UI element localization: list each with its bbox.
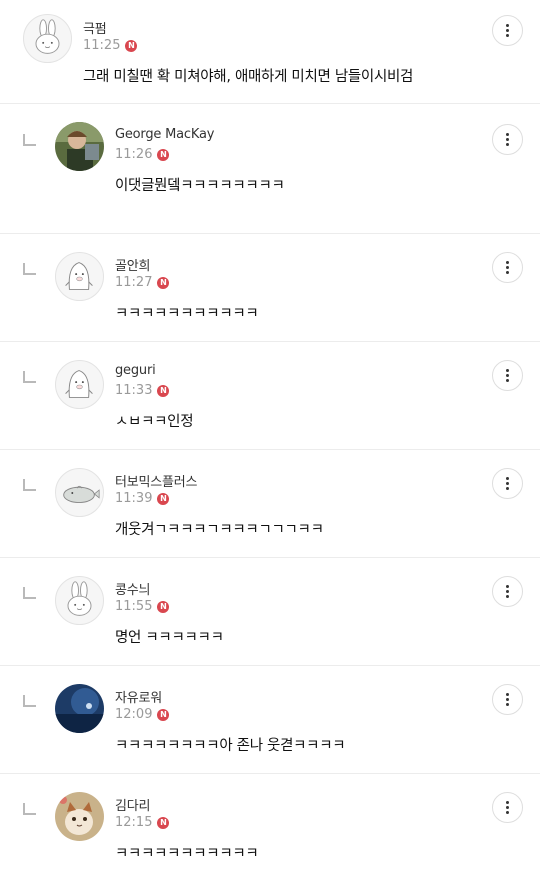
- comment-meta: 11:55 N: [115, 599, 170, 614]
- reply-item: 골안희 11:27 N ㅋㅋㅋㅋㅋㅋㅋㅋㅋㅋㅋ: [0, 234, 540, 342]
- comment-time: 11:26: [115, 147, 153, 162]
- comment-meta: 11:25 N: [83, 38, 138, 53]
- reply-item: 김다리 12:15 N ㅋㅋㅋㅋㅋㅋㅋㅋㅋㅋㅋ: [0, 774, 540, 874]
- vertical-dots-icon: [506, 693, 509, 706]
- more-options-button[interactable]: [492, 252, 523, 283]
- comment-meta: 11:39 N: [115, 491, 170, 506]
- comment-nickname[interactable]: 자유로워: [115, 687, 162, 706]
- reply-item: 터보믹스플러스 11:39 N 개웃겨ㄱㅋㅋㅋㄱㅋㅋㅋㄱㄱㄱㅋㅋ: [0, 450, 540, 558]
- comment-meta: 11:27 N: [115, 275, 170, 290]
- reply-item: 콩수늬 11:55 N 명언 ㅋㅋㅋㅋㅋㅋ: [0, 558, 540, 666]
- photo-avatar[interactable]: [55, 122, 104, 171]
- comment-text: ㅋㅋㅋㅋㅋㅋㅋㅋㅋㅋㅋ: [115, 846, 259, 862]
- comment-time: 11:25: [83, 38, 121, 53]
- new-badge: N: [157, 148, 170, 161]
- reply-item: geguri 11:33 N ㅅㅂㅋㅋ인정: [0, 342, 540, 450]
- seal-avatar-icon[interactable]: [55, 468, 104, 517]
- more-options-button[interactable]: [492, 360, 523, 391]
- new-badge: N: [157, 708, 170, 721]
- comment-time: 11:39: [115, 491, 153, 506]
- comment-time: 11:27: [115, 275, 153, 290]
- more-options-button[interactable]: [492, 684, 523, 715]
- comment-time: 12:09: [115, 707, 153, 722]
- comment-nickname[interactable]: 터보믹스플러스: [115, 471, 198, 490]
- new-badge: N: [125, 39, 138, 52]
- reply-item: 자유로워 12:09 N ㅋㅋㅋㅋㅋㅋㅋㅋ아 존나 웃겯ㅋㅋㅋㅋ: [0, 666, 540, 774]
- reply-arrow-icon: [23, 371, 37, 383]
- cat-photo-avatar[interactable]: [55, 792, 104, 841]
- reply-arrow-icon: [23, 134, 37, 146]
- comment-text: 그래 미칠땐 확 미쳐야해, 애매하게 미치면 남들이시비검: [83, 69, 414, 85]
- new-badge: N: [157, 384, 170, 397]
- reply-arrow-icon: [23, 695, 37, 707]
- comment-meta: 11:33 N: [115, 383, 170, 398]
- comment-nickname[interactable]: 극펌: [83, 18, 107, 37]
- reply-item: George MacKay 11:26 N 이댓글뭔뎈ㅋㅋㅋㅋㅋㅋㅋㅋ: [0, 104, 540, 234]
- vertical-dots-icon: [506, 477, 509, 490]
- comment-time: 11:33: [115, 383, 153, 398]
- rabbit-avatar-icon[interactable]: [55, 576, 104, 625]
- vertical-dots-icon: [506, 801, 509, 814]
- comment-text: 명언 ㅋㅋㅋㅋㅋㅋ: [115, 630, 224, 646]
- comment-text: ㅋㅋㅋㅋㅋㅋㅋㅋㅋㅋㅋ: [115, 306, 259, 322]
- new-badge: N: [157, 276, 170, 289]
- reply-arrow-icon: [23, 263, 37, 275]
- comment-text: 개웃겨ㄱㅋㅋㅋㄱㅋㅋㅋㄱㄱㄱㅋㅋ: [115, 522, 324, 538]
- comment-text: ㅅㅂㅋㅋ인정: [115, 414, 194, 430]
- more-options-button[interactable]: [492, 792, 523, 823]
- new-badge: N: [157, 492, 170, 505]
- more-options-button[interactable]: [492, 468, 523, 499]
- comment-meta: 12:15 N: [115, 815, 170, 830]
- vertical-dots-icon: [506, 369, 509, 382]
- comment-nickname[interactable]: 골안희: [115, 255, 150, 274]
- comment-time: 12:15: [115, 815, 153, 830]
- reply-arrow-icon: [23, 479, 37, 491]
- comment-nickname[interactable]: 김다리: [115, 795, 150, 814]
- new-badge: N: [157, 600, 170, 613]
- photo-avatar[interactable]: [55, 684, 104, 733]
- more-options-button[interactable]: [492, 15, 523, 46]
- penguin-avatar-icon[interactable]: [55, 360, 104, 409]
- rabbit-avatar-icon[interactable]: [23, 14, 72, 63]
- more-options-button[interactable]: [492, 124, 523, 155]
- comment-nickname[interactable]: geguri: [115, 363, 156, 378]
- vertical-dots-icon: [506, 24, 509, 37]
- reply-arrow-icon: [23, 587, 37, 599]
- reply-arrow-icon: [23, 803, 37, 815]
- vertical-dots-icon: [506, 585, 509, 598]
- comment-meta: 12:09 N: [115, 707, 170, 722]
- vertical-dots-icon: [506, 261, 509, 274]
- vertical-dots-icon: [506, 133, 509, 146]
- more-options-button[interactable]: [492, 576, 523, 607]
- comment-item: 극펌 11:25 N 그래 미칠땐 확 미쳐야해, 애매하게 미치면 남들이시비…: [0, 0, 540, 104]
- comment-nickname[interactable]: George MacKay: [115, 127, 214, 142]
- penguin-avatar-icon[interactable]: [55, 252, 104, 301]
- new-badge: N: [157, 816, 170, 829]
- comment-time: 11:55: [115, 599, 153, 614]
- comment-nickname[interactable]: 콩수늬: [115, 579, 150, 598]
- comment-text: 이댓글뭔뎈ㅋㅋㅋㅋㅋㅋㅋㅋ: [115, 178, 285, 194]
- comment-text: ㅋㅋㅋㅋㅋㅋㅋㅋ아 존나 웃겯ㅋㅋㅋㅋ: [115, 738, 346, 754]
- comment-meta: 11:26 N: [115, 147, 170, 162]
